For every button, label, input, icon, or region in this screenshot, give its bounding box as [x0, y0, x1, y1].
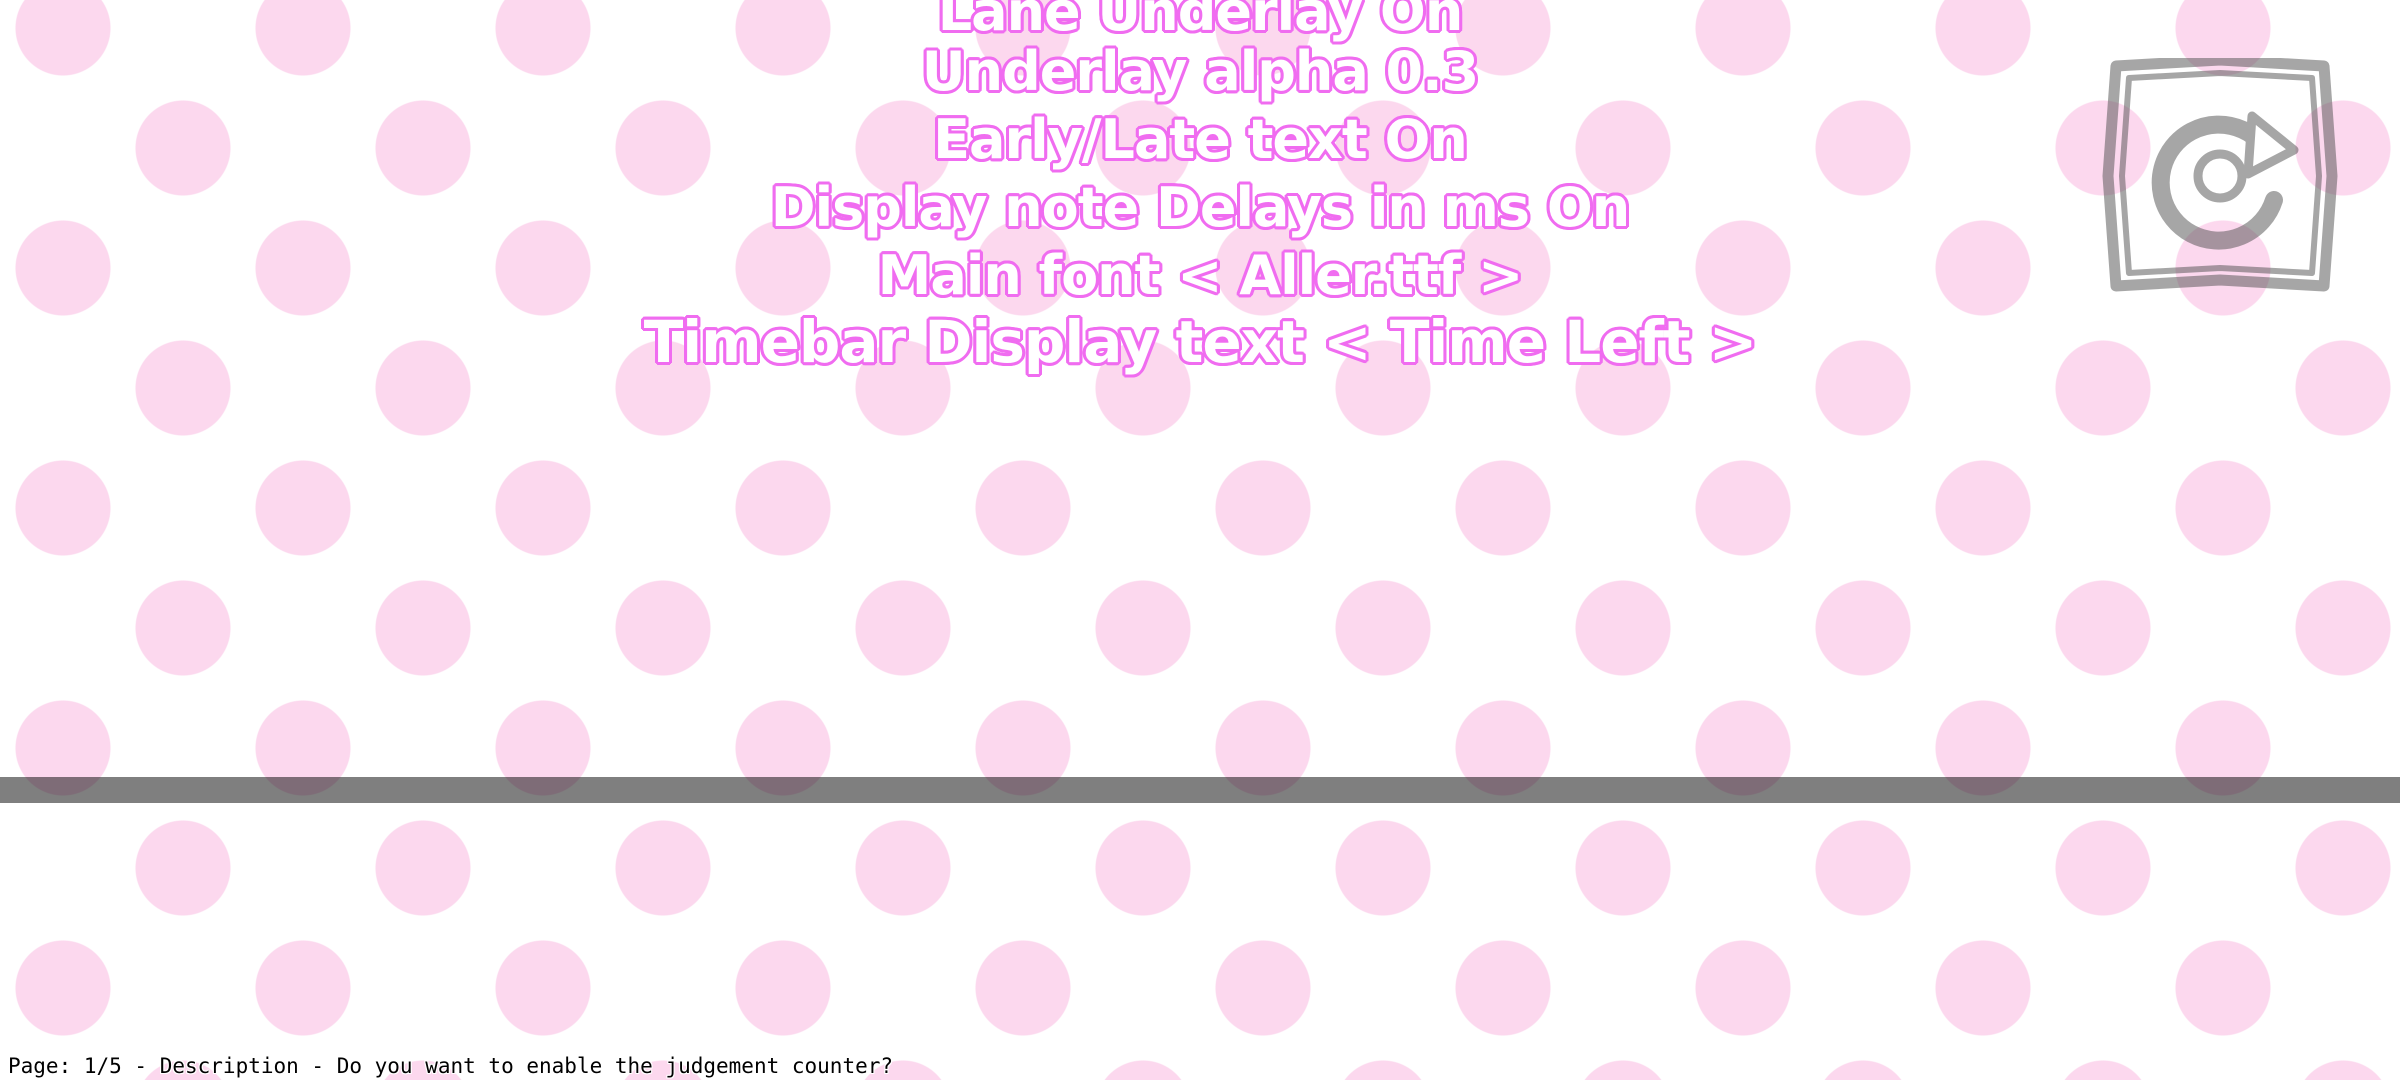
- description-text: Page: 1/5 - Description - Do you want to…: [8, 1054, 894, 1078]
- reset-button[interactable]: [2102, 58, 2338, 294]
- reset-arrow-icon: [2102, 58, 2338, 292]
- option-display-note-delays[interactable]: Display note Delays in ms On: [0, 174, 2400, 242]
- option-main-font[interactable]: Main font < Aller.ttf >: [0, 242, 2400, 310]
- option-timebar-display-text[interactable]: Timebar Display text < Time Left >: [0, 308, 2400, 376]
- divider-bar: [0, 777, 2400, 803]
- option-underlay-alpha[interactable]: Underlay alpha 0.3: [0, 38, 2400, 106]
- option-early-late-text[interactable]: Early/Late text On: [0, 106, 2400, 174]
